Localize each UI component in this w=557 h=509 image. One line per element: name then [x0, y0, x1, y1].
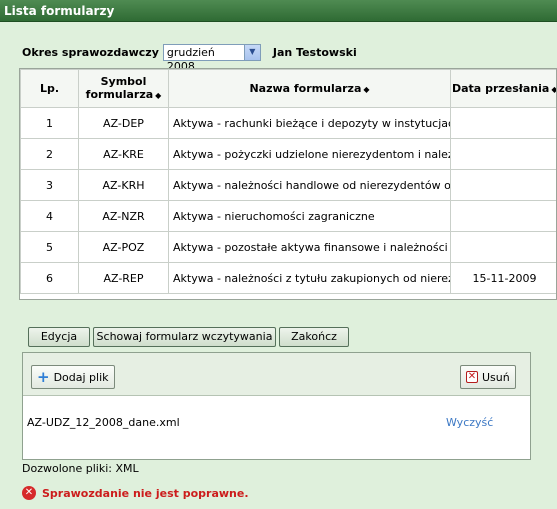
sort-icon[interactable]: ◆ — [363, 85, 369, 94]
upload-toolbar: + Dodaj plik ✕ Usuń — [23, 353, 530, 396]
cell-lp: 6 — [20, 262, 79, 294]
cell-symbol: AZ-KRE — [78, 138, 169, 170]
cell-date — [450, 200, 556, 232]
sort-icon[interactable]: ◆ — [155, 91, 161, 100]
add-file-button[interactable]: + Dodaj plik — [31, 365, 115, 389]
table-row[interactable]: 1 AZ-DEP Aktywa - rachunki bieżące i depoz… — [20, 107, 556, 139]
file-name: AZ-UDZ_12_2008_dane.xml — [27, 416, 180, 429]
period-label: Okres sprawozdawczy — [22, 45, 159, 59]
cell-lp: 2 — [20, 138, 79, 170]
period-select[interactable]: grudzień 2008 ▼ — [162, 43, 261, 73]
edit-button[interactable]: Edycja — [28, 327, 90, 347]
cell-symbol: AZ-NZR — [78, 200, 169, 232]
cell-name: Aktywa - pożyczki udzielone nierezydento… — [168, 138, 451, 170]
table-row[interactable]: 2 AZ-KRE Aktywa - pożyczki udzielone niere… — [20, 138, 556, 170]
cell-symbol: AZ-POZ — [78, 231, 169, 263]
user-name: Jan Testowski — [272, 45, 357, 59]
error-icon: ✕ — [22, 486, 36, 500]
hide-form-button[interactable]: Schowaj formularz wczytywania — [93, 327, 276, 347]
cell-symbol: AZ-DEP — [78, 107, 169, 139]
allowed-files-note: Dozwolone pliki: XML — [22, 462, 139, 475]
cell-lp: 3 — [20, 169, 79, 201]
cell-lp: 4 — [20, 200, 79, 232]
header-symbol[interactable]: Symbol formularza ◆ — [78, 69, 169, 108]
header-name[interactable]: Nazwa formularza ◆ — [168, 69, 451, 108]
cell-lp: 5 — [20, 231, 79, 263]
remove-button[interactable]: ✕ Usuń — [460, 365, 516, 389]
file-row: AZ-UDZ_12_2008_dane.xml Wyczyść — [23, 413, 530, 433]
plus-icon: + — [37, 368, 50, 386]
cell-date — [450, 138, 556, 170]
cell-symbol: AZ-REP — [78, 262, 169, 294]
x-icon: ✕ — [466, 371, 478, 383]
add-file-label: Dodaj plik — [53, 370, 109, 384]
cell-name: Aktywa - nieruchomości zagraniczne — [168, 200, 451, 232]
cell-name: Aktywa - rachunki bieżące i depozyty w i… — [168, 107, 451, 139]
cell-name: Aktywa - należności handlowe od nierezyd… — [168, 169, 451, 201]
sort-icon[interactable]: ◆ — [551, 85, 556, 94]
cell-lp: 1 — [20, 107, 79, 139]
table-row[interactable]: 5 AZ-POZ Aktywa - pozostałe aktywa finanso… — [20, 231, 556, 263]
header-lp: Lp. — [20, 69, 79, 108]
cell-name: Aktywa - należności z tytułu zakupionych… — [168, 262, 451, 294]
window-title: Lista formularzy — [0, 0, 557, 22]
cell-date — [450, 107, 556, 139]
table-row[interactable]: 6 AZ-REP Aktywa - należności z tytułu zaku… — [20, 262, 556, 294]
cell-symbol: AZ-KRH — [78, 169, 169, 201]
upload-panel: + Dodaj plik ✕ Usuń AZ-UDZ_12_2008_dane.… — [22, 352, 531, 460]
header-date[interactable]: Data przesłania ◆ — [450, 69, 556, 108]
cell-name: Aktywa - pozostałe aktywa finansowe i na… — [168, 231, 451, 263]
remove-label: Usuń — [482, 370, 510, 384]
cell-date — [450, 231, 556, 263]
chevron-down-icon[interactable]: ▼ — [243, 44, 260, 60]
cell-date: 15-11-2009 — [450, 262, 556, 294]
finish-button[interactable]: Zakończ — [279, 327, 349, 347]
error-message: ✕ Sprawozdanie nie jest poprawne. — [22, 486, 249, 500]
cell-date — [450, 169, 556, 201]
table-row[interactable]: 4 AZ-NZR Aktywa - nieruchomości zagraniczn… — [20, 200, 556, 232]
error-text: Sprawozdanie nie jest poprawne. — [42, 486, 249, 500]
clear-link[interactable]: Wyczyść — [446, 416, 493, 429]
table-row[interactable]: 3 AZ-KRH Aktywa - należności handlowe od n… — [20, 169, 556, 201]
period-row: Okres sprawozdawczy grudzień 2008 ▼ Jan … — [22, 43, 357, 73]
forms-table: Lp. Symbol formularza ◆ Nazwa formularza ◆… — [19, 68, 557, 300]
